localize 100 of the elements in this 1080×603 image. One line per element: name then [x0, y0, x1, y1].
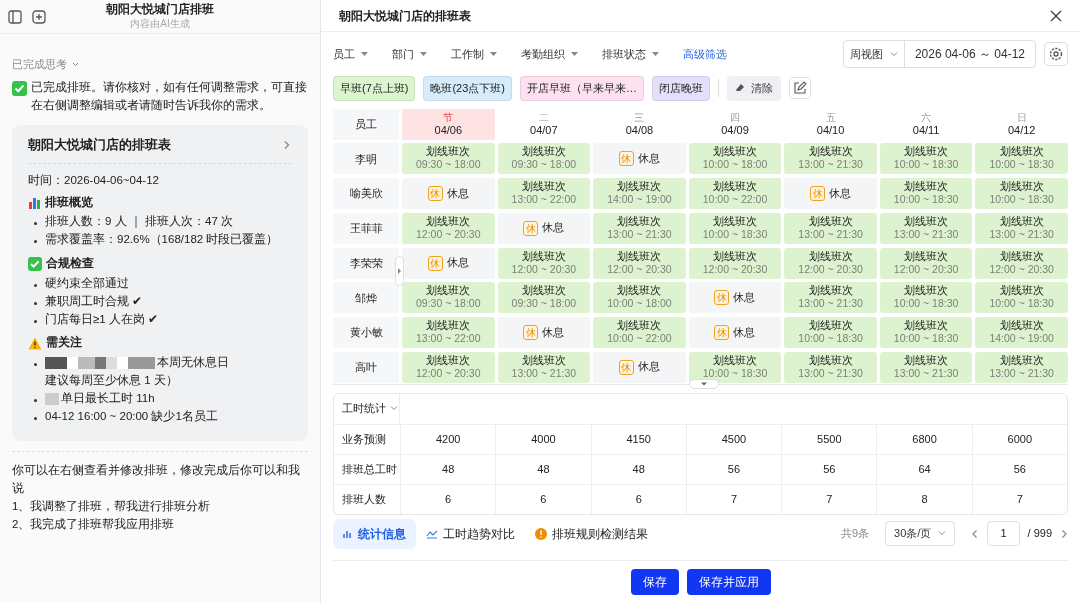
rest-badge: 休: [618, 359, 634, 375]
shift-cell[interactable]: 划线班次 10:00 ~ 18:30: [879, 178, 973, 209]
filter-dropdown[interactable]: 部门: [392, 45, 427, 63]
row-label: 业务预测: [334, 423, 400, 454]
shift-cell[interactable]: 划线班次 10:00 ~ 18:30: [879, 143, 973, 175]
filter-dropdown[interactable]: 员工: [333, 45, 368, 63]
rest-badge: 休: [618, 151, 634, 167]
stat-cell: 8: [876, 483, 972, 514]
close-icon[interactable]: [1050, 9, 1062, 22]
shift-cell[interactable]: 划线班次 13:00 ~ 21:30: [975, 351, 1068, 383]
shift-cell[interactable]: 划线班次 13:00 ~ 22:00: [402, 317, 495, 348]
bottom-tab[interactable]: 统计信息: [333, 518, 416, 549]
shift-cell[interactable]: 划线班次 13:00 ~ 21:30: [879, 212, 973, 244]
shift-cell[interactable]: 划线班次 10:00 ~ 18:30: [975, 143, 1068, 175]
advanced-filter-link[interactable]: 高级筛选: [683, 45, 727, 63]
collapse-handle-icon[interactable]: [395, 255, 404, 286]
shift-cell[interactable]: 划线班次 10:00 ~ 18:30: [975, 178, 1068, 209]
shift-tag[interactable]: 晚班(23点下班): [423, 76, 512, 101]
shift-tag[interactable]: 闭店晚班: [652, 76, 710, 101]
expand-handle-icon[interactable]: [689, 378, 719, 389]
rest-cell[interactable]: 休 休息: [593, 143, 686, 175]
shift-cell[interactable]: 划线班次 13:00 ~ 22:00: [497, 178, 591, 209]
list-item-text: 兼职周工时合规 ✔: [45, 294, 143, 307]
shift-cell[interactable]: 划线班次 12:00 ~ 20:30: [497, 247, 591, 279]
chevron-right-icon[interactable]: [282, 139, 292, 150]
shift-tag[interactable]: 开店早班（早来早来…: [520, 76, 644, 101]
shift-cell[interactable]: 划线班次 10:00 ~ 22:00: [593, 317, 686, 348]
shift-cell[interactable]: 划线班次 10:00 ~ 18:30: [879, 282, 973, 314]
thinking-toggle[interactable]: 已完成思考: [12, 56, 80, 74]
page-input[interactable]: 1: [987, 521, 1020, 546]
stats-select[interactable]: 工时统计: [334, 393, 400, 424]
summary-card[interactable]: 朝阳大悦城门店的排班表 时间：2026-04-06~04-12 排班概览 排班人数：9 人 ｜ 排班人次：47 次 需求覆盖率：92.6%（168/182 时段已覆盖） 合规检查 硬约束全部通过 兼职周工时合规 ✔ 门店每日≥1 人在岗 ✔ 需关注 本周无休息日 建议每周至少休息 1 天） 单日最长工时 11h 04-12 16:00 ~ 20:00 缺少1名员工: [12, 124, 308, 442]
rest-cell[interactable]: 休 休息: [402, 178, 495, 209]
shift-cell[interactable]: 划线班次 10:00 ~ 18:30: [688, 212, 782, 244]
list-item-text: 本周无休息日: [157, 356, 229, 369]
shift-cell[interactable]: 划线班次 12:00 ~ 20:30: [402, 351, 495, 383]
rest-cell[interactable]: 休 休息: [497, 317, 591, 348]
shift-cell[interactable]: 划线班次 09:30 ~ 18:00: [497, 282, 591, 314]
shift-tag[interactable]: 早班(7点上班): [333, 76, 416, 101]
date-label: 04/08: [624, 124, 655, 138]
shift-cell[interactable]: 划线班次 13:00 ~ 21:30: [497, 351, 591, 383]
prev-page-icon[interactable]: [971, 528, 980, 539]
shift-cell[interactable]: 划线班次 13:00 ~ 21:30: [593, 212, 686, 244]
rest-badge: 休: [523, 325, 539, 340]
shift-cell[interactable]: 划线班次 12:00 ~ 20:30: [879, 247, 973, 279]
list-item-text: 排班人数：9 人 ｜ 排班人次：47 次: [45, 215, 233, 228]
shift-cell[interactable]: 划线班次 14:00 ~ 19:00: [593, 178, 686, 209]
date-label: 04/09: [720, 124, 750, 138]
save-button[interactable]: 保存: [630, 569, 679, 595]
shift-cell[interactable]: 划线班次 10:00 ~ 18:30: [688, 351, 782, 383]
shift-cell[interactable]: 划线班次 10:00 ~ 18:30: [975, 282, 1068, 314]
date-label: 04/07: [529, 124, 559, 138]
settings-icon[interactable]: [1044, 42, 1068, 66]
shift-cell[interactable]: 划线班次 09:30 ~ 18:00: [402, 143, 495, 175]
card-title: 朝阳大悦城门店的排班表: [28, 135, 171, 154]
shift-cell[interactable]: 划线班次 13:00 ~ 21:30: [784, 351, 877, 383]
save-button[interactable]: 保存并应用: [686, 569, 771, 595]
rest-cell[interactable]: 休 休息: [688, 317, 782, 348]
shift-cell[interactable]: 划线班次 13:00 ~ 21:30: [975, 212, 1068, 244]
filter-dropdown[interactable]: 排班状态: [602, 45, 659, 63]
rest-cell[interactable]: 休 休息: [593, 351, 686, 383]
shift-cell[interactable]: 划线班次 13:00 ~ 21:30: [784, 282, 877, 314]
shift-cell[interactable]: 划线班次 12:00 ~ 20:30: [688, 247, 782, 279]
filter-dropdown[interactable]: 考勤组织: [521, 45, 578, 63]
edit-icon[interactable]: [789, 77, 811, 100]
new-chat-icon[interactable]: [32, 9, 46, 24]
weekday-label: 四: [729, 111, 741, 124]
bottom-tab[interactable]: 排班规则检测结果: [525, 518, 658, 549]
shift-cell[interactable]: 划线班次 13:00 ~ 21:30: [784, 212, 877, 244]
shift-cell[interactable]: 划线班次 12:00 ~ 20:30: [975, 247, 1068, 279]
footer-text: 你可以在右侧查看并修改排班，修改完成后你可以和我说: [12, 463, 301, 497]
shift-cell[interactable]: 划线班次 12:00 ~ 20:30: [784, 247, 877, 279]
shift-cell[interactable]: 划线班次 10:00 ~ 22:00: [688, 178, 782, 209]
shift-cell[interactable]: 划线班次 14:00 ~ 19:00: [975, 317, 1068, 348]
shift-cell[interactable]: 划线班次 10:00 ~ 18:30: [784, 317, 877, 348]
clear-button[interactable]: 清除: [727, 76, 781, 101]
shift-cell[interactable]: 划线班次 10:00 ~ 18:00: [593, 282, 686, 314]
page-size-select[interactable]: 30条/页: [885, 521, 956, 546]
date-label: 04/06: [433, 124, 464, 138]
rest-cell[interactable]: 休 休息: [784, 178, 877, 209]
next-page-icon[interactable]: [1060, 528, 1068, 539]
rest-cell[interactable]: 休 休息: [497, 212, 591, 244]
rest-cell[interactable]: 休 休息: [688, 282, 782, 314]
employee-name: 王菲菲: [333, 212, 399, 244]
shift-cell[interactable]: 划线班次 09:30 ~ 18:00: [497, 143, 591, 175]
shift-cell[interactable]: 划线班次 12:00 ~ 20:30: [402, 212, 495, 244]
rest-badge: 休: [427, 186, 443, 201]
shift-cell[interactable]: 划线班次 10:00 ~ 18:00: [688, 143, 782, 175]
shift-cell[interactable]: 划线班次 13:00 ~ 21:30: [879, 351, 973, 383]
filter-dropdown[interactable]: 工作制: [451, 45, 497, 63]
shift-cell[interactable]: 划线班次 12:00 ~ 20:30: [593, 247, 686, 279]
rest-cell[interactable]: 休 休息: [402, 247, 495, 279]
rest-label: 休息: [542, 324, 565, 340]
bottom-tab[interactable]: 工时趋势对比: [416, 518, 525, 549]
chevron-down-icon: [71, 60, 80, 69]
caret-icon: [490, 51, 497, 57]
sidebar-icon[interactable]: [8, 9, 22, 24]
shift-cell[interactable]: 划线班次 09:30 ~ 18:00: [402, 282, 495, 314]
shift-cell[interactable]: 划线班次 10:00 ~ 18:30: [879, 317, 973, 348]
shift-cell[interactable]: 划线班次 13:00 ~ 21:30: [784, 143, 877, 175]
